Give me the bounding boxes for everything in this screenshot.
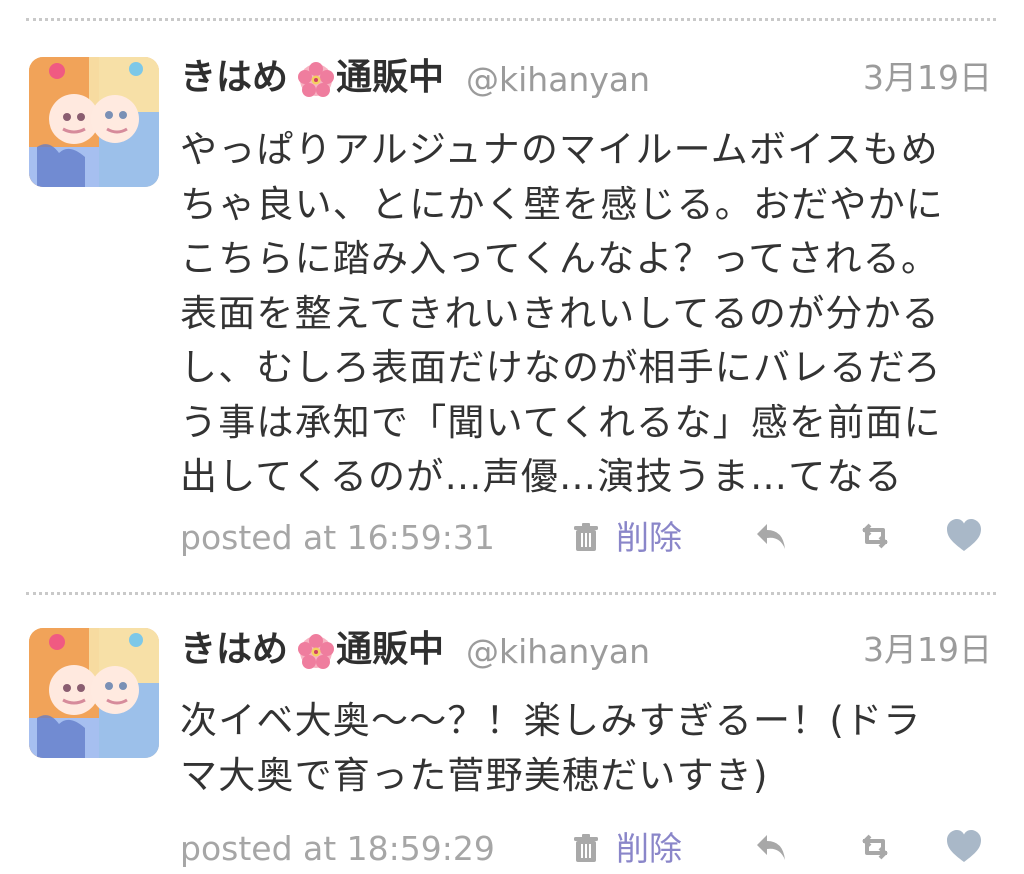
- reply-icon[interactable]: [752, 827, 792, 867]
- user-handle[interactable]: @kihanyan: [466, 631, 650, 673]
- display-name[interactable]: きはめ 通販中: [180, 629, 444, 671]
- tweet-divider: [26, 18, 996, 21]
- display-name-text: きはめ: [180, 57, 289, 98]
- favorite-heart-icon[interactable]: [944, 827, 984, 867]
- favorite-heart-icon[interactable]: [944, 516, 984, 556]
- tweet-text: 次イベ大奥～～？！楽しみすぎるー！(ドラ マ大奥で育った菅野美穂だいすき): [180, 699, 922, 797]
- avatar[interactable]: [29, 57, 159, 187]
- hibiscus-flower-icon: [298, 62, 334, 97]
- reply-icon[interactable]: [752, 516, 792, 556]
- tweet-date[interactable]: 3月19日: [863, 57, 992, 99]
- trash-icon[interactable]: [573, 523, 599, 553]
- delete-link[interactable]: 削除: [616, 518, 682, 558]
- hibiscus-flower-icon: [298, 634, 334, 669]
- display-name-suffix: 通販中: [336, 57, 445, 98]
- retweet-icon[interactable]: [855, 516, 895, 556]
- retweet-icon[interactable]: [855, 827, 895, 867]
- user-handle[interactable]: @kihanyan: [466, 59, 650, 101]
- posted-at-label: posted at 16:59:31: [180, 518, 495, 557]
- tweet-text: やっぱりアルジュナのマイルームボイスもめ ちゃ良い、とにかく壁を感じる。おだやか…: [180, 128, 944, 498]
- display-name-suffix: 通販中: [336, 629, 445, 670]
- tweet-divider: [26, 592, 996, 595]
- posted-at-label: posted at 18:59:29: [180, 829, 495, 868]
- display-name[interactable]: きはめ 通販中: [180, 57, 444, 99]
- trash-icon[interactable]: [573, 834, 599, 864]
- avatar[interactable]: [29, 628, 159, 758]
- tweet-date[interactable]: 3月19日: [863, 629, 992, 671]
- delete-link[interactable]: 削除: [616, 829, 682, 869]
- display-name-text: きはめ: [180, 629, 289, 670]
